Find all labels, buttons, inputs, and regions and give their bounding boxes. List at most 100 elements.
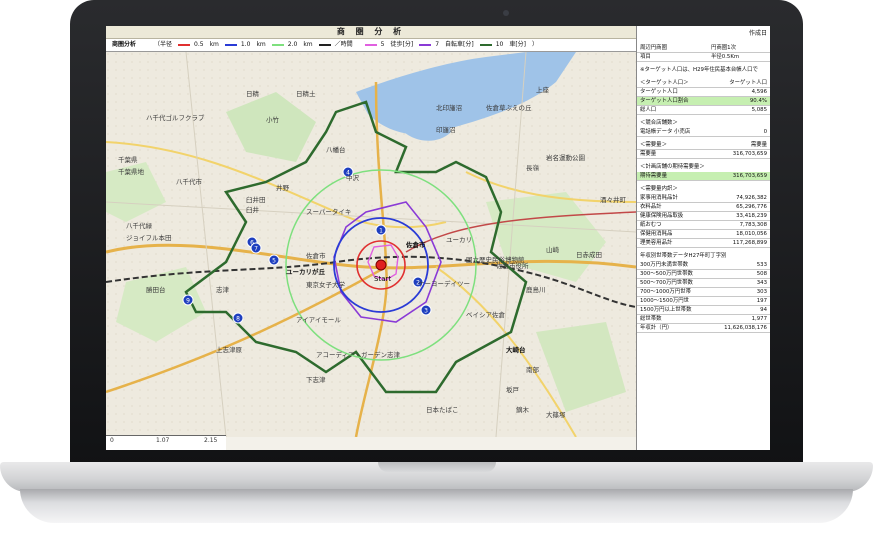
place-label: 北印旛沼 bbox=[436, 103, 462, 112]
place-label: 日精土 bbox=[296, 89, 316, 98]
place-label: 上志津原 bbox=[216, 345, 243, 354]
sheet-cell-value: 65,296,776 bbox=[736, 204, 767, 210]
sheet-cell-value: 7,783,308 bbox=[739, 222, 767, 228]
place-label: 大崎台 bbox=[506, 345, 526, 354]
map-view[interactable]: 123456789 日精 日精土 北印旛沼 ハ千代ゴルフクラブ 千葉県 千葉県地 八千代市佐… bbox=[106, 51, 637, 438]
sheet-row[interactable]: ＜競合店舗数＞ bbox=[637, 119, 770, 127]
sheet-row[interactable]: ＜計画店舗の期待需要量＞ bbox=[637, 163, 770, 171]
legend-value: 0.5 bbox=[194, 41, 204, 48]
competitor-marker[interactable]: 3 bbox=[420, 304, 432, 316]
created-date-label: 作成日 bbox=[748, 30, 767, 37]
competitor-marker[interactable]: 5 bbox=[268, 254, 280, 266]
place-label: 長嶺 bbox=[526, 164, 540, 172]
app-title: 商 圏 分 析 bbox=[106, 26, 636, 39]
sheet-row[interactable]: 家事用消耗品計 74,926,382 bbox=[637, 194, 770, 203]
legend-item: ／時間 bbox=[318, 39, 359, 51]
scale-tick: 1.07 bbox=[156, 437, 170, 444]
place-label: 上座 bbox=[536, 85, 550, 94]
sheet-cell-value: 1,977 bbox=[751, 316, 767, 322]
sheet-cell-label: 項目 bbox=[640, 54, 651, 60]
marker-number: 5 bbox=[272, 257, 276, 264]
sheet-row[interactable]: 保健用消耗品 18,010,056 bbox=[637, 230, 770, 239]
sheet-cell-value: 197 bbox=[756, 298, 767, 304]
sheet-row[interactable]: 衣料品計 65,296,776 bbox=[637, 203, 770, 212]
start-marker[interactable] bbox=[375, 259, 387, 271]
sheet-row[interactable]: ターゲット人口割合 90.4% bbox=[637, 97, 770, 106]
place-label: 日精 bbox=[246, 89, 260, 98]
sheet-cell-label: 300～500万円世帯数 bbox=[640, 271, 693, 277]
sheet-row[interactable]: ＜需要量＞ 需要量 bbox=[637, 141, 770, 150]
sheet-cell-label: 年収計（円） bbox=[640, 325, 673, 331]
sheet-row[interactable]: 1000～1500万円世 197 bbox=[637, 297, 770, 306]
place-label: 臼井 bbox=[246, 205, 260, 214]
sheet-row[interactable]: 期待需要量 316,703,659 bbox=[637, 172, 770, 181]
sheet-row[interactable]: 1500万円以上世帯数 94 bbox=[637, 306, 770, 315]
scale-tick: 0 bbox=[110, 437, 114, 444]
sheet-row[interactable]: 健康保険用品取扱 33,418,239 bbox=[637, 212, 770, 221]
marker-number: 9 bbox=[186, 297, 190, 304]
place-label: 井野 bbox=[276, 183, 290, 192]
sheet-row[interactable]: 年収計（円） 11,626,038,176 bbox=[637, 324, 770, 333]
sheet-cell-value: 11,626,038,176 bbox=[724, 325, 767, 331]
sheet-row[interactable]: 300万円未満世帯数 533 bbox=[637, 261, 770, 270]
sheet-cell-value: 33,418,239 bbox=[736, 213, 767, 219]
sheet-cell-label: ターゲット人口割合 bbox=[640, 98, 689, 104]
sheet-row[interactable]: 電話帳データ 小売店 0 bbox=[637, 128, 770, 137]
webcam-icon bbox=[503, 10, 509, 16]
place-label: 佐倉市 bbox=[306, 251, 326, 260]
sheet-row[interactable]: 300～500万円世帯数 508 bbox=[637, 270, 770, 279]
sheet-row[interactable]: 紙おむつ 7,783,308 bbox=[637, 221, 770, 230]
sheet-row[interactable]: 周辺円商圏 円商圏1次 bbox=[637, 44, 770, 53]
sheet-cell-label: 300万円未満世帯数 bbox=[640, 262, 689, 268]
place-label: ベイシア佐倉 bbox=[466, 310, 506, 319]
place-label: 酒々井町 bbox=[600, 195, 627, 204]
marker-number: 1 bbox=[379, 227, 383, 234]
sheet-row[interactable]: 年収別世帯数データH27年町丁字別 bbox=[637, 252, 770, 260]
legend-swatch bbox=[271, 44, 284, 46]
legend-item: 10 車[分] bbox=[479, 39, 526, 51]
sheet-row[interactable]: ＜需要量内訳＞ bbox=[637, 185, 770, 193]
sheet-cell-label: 衣料品計 bbox=[640, 204, 662, 210]
place-label: スーパータイキ bbox=[306, 207, 351, 216]
place-label: 佐倉市 bbox=[405, 240, 426, 249]
competitor-marker[interactable]: 7 bbox=[250, 242, 262, 254]
place-label: 山崎 bbox=[546, 245, 560, 254]
place-label: 鹿島川 bbox=[526, 285, 546, 294]
place-label: 鏑木 bbox=[516, 405, 530, 414]
sheet-row[interactable]: 総世帯数 1,977 bbox=[637, 315, 770, 324]
sheet-row[interactable]: 項目 半径0.5Km bbox=[637, 53, 770, 62]
competitor-marker[interactable]: 9 bbox=[182, 294, 194, 306]
competitor-marker[interactable]: 8 bbox=[232, 312, 244, 324]
sheet-cell-label: 紙おむつ bbox=[640, 222, 662, 228]
legend-value: 5 bbox=[380, 41, 385, 48]
sheet-row[interactable]: ※ターゲット人口は、H29年住民基本台帳人口で bbox=[637, 66, 770, 74]
sheet-row[interactable]: ターゲット人口 4,596 bbox=[637, 88, 770, 97]
legend-item: 7 自転車[分] bbox=[419, 39, 474, 51]
place-label: 勝田台 bbox=[146, 285, 166, 294]
sheet-row[interactable]: 700～1000万円世帯 303 bbox=[637, 288, 770, 297]
sheet-cell-value: 半径0.5Km bbox=[711, 54, 740, 60]
legend-value: 2.0 bbox=[287, 41, 298, 48]
place-label: 八幡台 bbox=[326, 145, 346, 154]
sheet-row[interactable]: ＜ターゲット人口＞ ターゲット人口 bbox=[637, 79, 770, 88]
sheet-cell-label: 総人口 bbox=[640, 107, 657, 113]
sheet-row[interactable]: 500～700万円世帯数 343 bbox=[637, 279, 770, 288]
sheet-cell-label: 健康保険用品取扱 bbox=[640, 213, 684, 219]
map-canvas[interactable]: 123456789 日精 日精土北印旛沼ハ千代ゴルフクラブ千葉県千葉県地八千代市佐… bbox=[106, 51, 637, 438]
sheet-cell-value: 508 bbox=[756, 271, 767, 277]
sheet-cell-label: 保健用消耗品 bbox=[640, 231, 673, 237]
sheet-cell-label: 期待需要量 bbox=[640, 173, 667, 179]
sheet-cell-value bbox=[711, 185, 767, 193]
sheet-row[interactable]: 理美容用品計 117,268,899 bbox=[637, 239, 770, 248]
competitor-marker[interactable]: 1 bbox=[375, 224, 387, 236]
place-label: 臼井田 bbox=[246, 195, 266, 204]
sheet-cell-value: 303 bbox=[756, 289, 767, 295]
sheet-cell-value: 117,268,899 bbox=[732, 240, 767, 246]
sheet-cell-value bbox=[711, 119, 767, 127]
sheet-row[interactable]: 総人口 5,085 bbox=[637, 106, 770, 115]
sheet-cell-value: 533 bbox=[756, 262, 767, 268]
sheet-cell-label: 1000～1500万円世 bbox=[640, 298, 690, 304]
sheet-row[interactable]: 需要量 316,703,659 bbox=[637, 150, 770, 159]
sheet-cell-label: 家事用消耗品計 bbox=[640, 195, 678, 201]
analysis-spreadsheet[interactable]: 作成日 周辺円商圏 円商圏1次 項目 半径0.5Km ※ターゲット人口は、H29年住民基… bbox=[636, 26, 770, 450]
